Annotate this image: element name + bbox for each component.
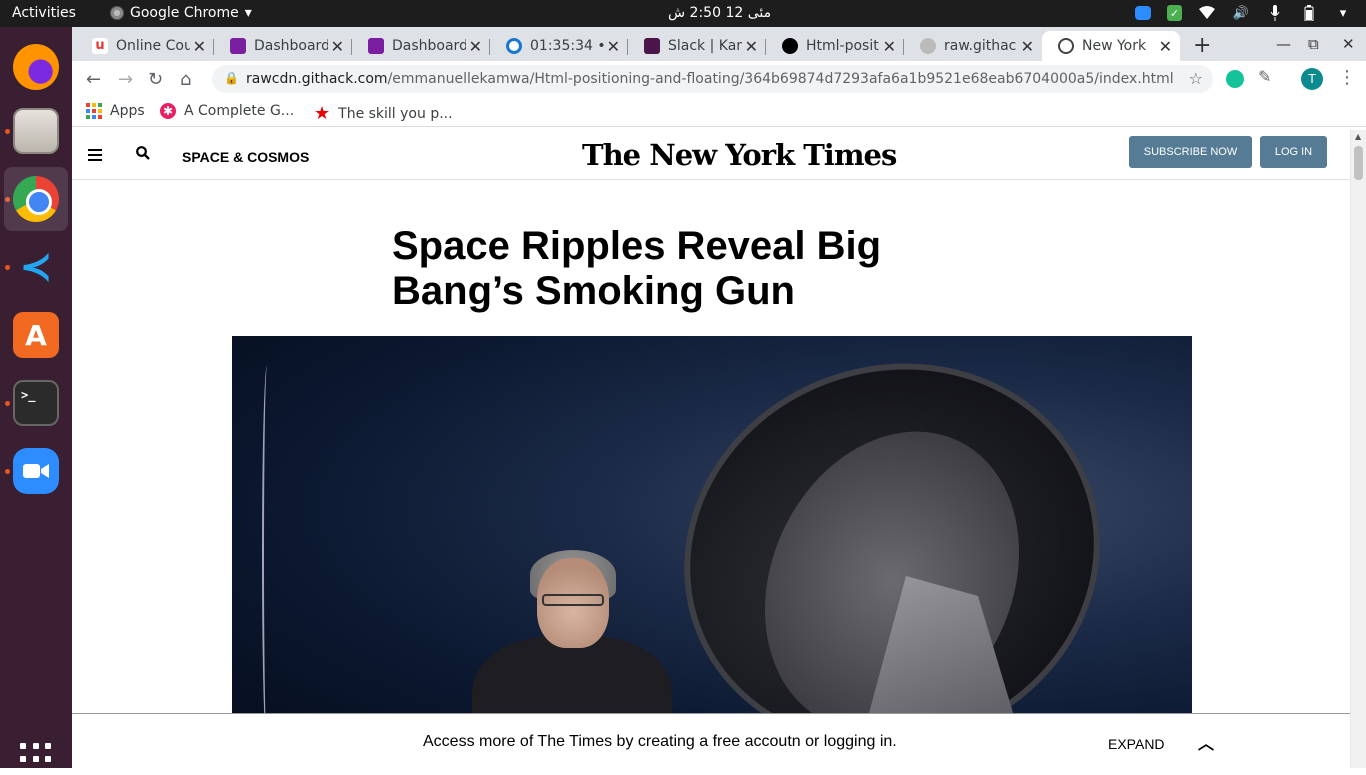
back-icon[interactable]: ←: [86, 69, 101, 90]
star-icon: ★: [314, 103, 331, 124]
browser-toolbar: ← → ↻ ⌂ 🔒 rawcdn.githack.com/emmanuellek…: [72, 61, 1366, 97]
access-banner: Access more of The Times by creating a f…: [72, 713, 1350, 768]
close-window-icon[interactable]: ✕: [1342, 35, 1355, 53]
files-icon: [13, 108, 59, 154]
terminal-icon: >_: [13, 380, 59, 426]
activities-button[interactable]: Activities: [12, 5, 76, 21]
profile-avatar[interactable]: T: [1301, 68, 1323, 90]
hamburger-menu-icon[interactable]: [88, 149, 102, 164]
shield-tray-icon[interactable]: ✓: [1167, 5, 1182, 21]
home-icon[interactable]: ⌂: [180, 69, 191, 90]
bookmark-complete-guide[interactable]: ✱ A Complete G...: [160, 103, 294, 119]
scroll-up-arrow-icon[interactable]: ▲: [1355, 132, 1361, 141]
close-tab-icon[interactable]: ✕: [193, 37, 206, 56]
githack-favicon-icon: [920, 38, 936, 54]
close-tab-icon[interactable]: ✕: [883, 37, 896, 56]
login-button[interactable]: LOG IN: [1260, 136, 1327, 168]
chevron-up-icon[interactable]: ︿: [1198, 730, 1214, 754]
reload-icon[interactable]: ↻: [148, 69, 163, 90]
firefox-icon: [13, 44, 59, 90]
slack-favicon-icon: [644, 38, 660, 54]
globe-icon: [1058, 38, 1074, 54]
chrome-icon: [13, 176, 59, 222]
bookmarks-bar: Apps ✱ A Complete G... ★ The skill you p…: [72, 97, 1366, 127]
zoom-icon: [13, 448, 59, 494]
dock-software-store[interactable]: A: [4, 303, 68, 367]
scrollbar-thumb[interactable]: [1354, 146, 1363, 180]
close-tab-icon[interactable]: ✕: [331, 37, 344, 56]
tab-github[interactable]: Html-posit ✕: [766, 31, 904, 61]
timer-favicon-icon: [506, 38, 522, 54]
page-viewport: SPACE & COSMOS The New York Times SUBSCR…: [72, 130, 1366, 768]
dock-vscode[interactable]: ≺: [4, 235, 68, 299]
restore-icon[interactable]: ⧉: [1308, 35, 1319, 53]
software-store-icon: A: [13, 312, 59, 358]
chevron-down-icon[interactable]: ▾: [1334, 4, 1352, 22]
app-menu-label: Google Chrome: [130, 5, 239, 21]
new-tab-button[interactable]: +: [1193, 33, 1211, 58]
asterisk-icon: ✱: [160, 103, 176, 119]
section-link[interactable]: SPACE & COSMOS: [182, 149, 309, 165]
lock-icon[interactable]: 🔒: [224, 71, 239, 85]
tab-new-york-times[interactable]: New York ✕: [1042, 31, 1180, 61]
grammarly-extension-icon[interactable]: [1226, 70, 1244, 88]
close-tab-icon[interactable]: ✕: [607, 37, 620, 56]
chevron-down-icon: ▾: [244, 5, 252, 21]
github-favicon-icon: [782, 38, 798, 54]
show-applications-icon[interactable]: [20, 743, 52, 775]
close-tab-icon[interactable]: ✕: [745, 37, 758, 56]
dock-terminal[interactable]: >_: [4, 371, 68, 435]
wifi-icon[interactable]: [1198, 4, 1216, 22]
article-headline: Space Ripples Reveal Big Bang’s Smoking …: [392, 224, 882, 313]
microphone-icon[interactable]: [1266, 4, 1284, 22]
dashboard-favicon-icon: [230, 38, 246, 54]
tab-dashboard-2[interactable]: Dashboard ✕: [352, 31, 490, 61]
online-course-favicon-icon: u: [92, 38, 108, 54]
bookmark-apps[interactable]: Apps: [86, 103, 145, 119]
tab-dashboard-1[interactable]: Dashboard ✕: [214, 31, 352, 61]
address-bar[interactable]: 🔒 rawcdn.githack.com/emmanuellekamwa/Htm…: [212, 65, 1213, 93]
minimize-icon[interactable]: —: [1276, 35, 1291, 53]
tab-strip: u Online Cou ✕ Dashboard ✕ Dashboard ✕ 0…: [72, 27, 1366, 61]
tab-timer[interactable]: 01:35:34 • C ✕: [490, 31, 628, 61]
clock[interactable]: مئى 12 2:50 ش: [668, 5, 771, 21]
close-tab-icon[interactable]: ✕: [1021, 37, 1034, 56]
dock-firefox[interactable]: [4, 35, 68, 99]
chrome-window: u Online Cou ✕ Dashboard ✕ Dashboard ✕ 0…: [72, 27, 1366, 768]
system-tray[interactable]: ✓ 🔊 ▾: [1135, 4, 1352, 22]
dock: ≺ A >_: [0, 27, 72, 775]
dock-zoom[interactable]: [4, 439, 68, 503]
volume-icon[interactable]: 🔊: [1232, 4, 1250, 22]
expand-button[interactable]: EXPAND: [1108, 736, 1165, 752]
subscribe-button[interactable]: SUBSCRIBE NOW: [1129, 136, 1252, 168]
close-tab-icon[interactable]: ✕: [469, 37, 482, 56]
zoom-tray-icon[interactable]: [1135, 6, 1151, 20]
url-path: /emmanuellekamwa/Html-positioning-and-fl…: [387, 71, 1174, 87]
chrome-small-icon: [110, 6, 124, 20]
hero-image: [232, 336, 1192, 768]
tab-online-course[interactable]: u Online Cou ✕: [76, 31, 214, 61]
forward-icon[interactable]: →: [118, 69, 133, 90]
access-message: Access more of The Times by creating a f…: [423, 733, 897, 750]
battery-icon[interactable]: [1300, 4, 1318, 22]
dashboard-favicon-icon: [368, 38, 384, 54]
dock-chrome[interactable]: [4, 167, 68, 231]
eyedropper-extension-icon[interactable]: ✎: [1258, 67, 1276, 86]
apps-grid-icon: [86, 103, 102, 119]
search-icon[interactable]: [136, 146, 150, 160]
url-host: rawcdn.githack.com: [246, 71, 388, 87]
nyt-header: SPACE & COSMOS The New York Times SUBSCR…: [72, 130, 1350, 180]
tab-slack[interactable]: Slack | Kam ✕: [628, 31, 766, 61]
menu-kebab-icon[interactable]: ⋮: [1338, 67, 1356, 88]
bookmark-skill[interactable]: ★ The skill you p...: [314, 103, 453, 124]
close-tab-icon[interactable]: ✕: [1159, 37, 1172, 56]
tab-githack[interactable]: raw.githac ✕: [904, 31, 1042, 61]
app-menu[interactable]: Google Chrome ▾: [110, 5, 252, 21]
page-scrollbar[interactable]: ▲: [1350, 130, 1366, 768]
bookmark-star-icon[interactable]: ☆: [1189, 69, 1203, 88]
nyt-logo[interactable]: The New York Times: [582, 138, 897, 172]
dock-files[interactable]: [4, 99, 68, 163]
system-top-bar: Activities Google Chrome ▾ مئى 12 2:50 ش…: [0, 0, 1366, 27]
vscode-icon: ≺: [19, 244, 53, 290]
